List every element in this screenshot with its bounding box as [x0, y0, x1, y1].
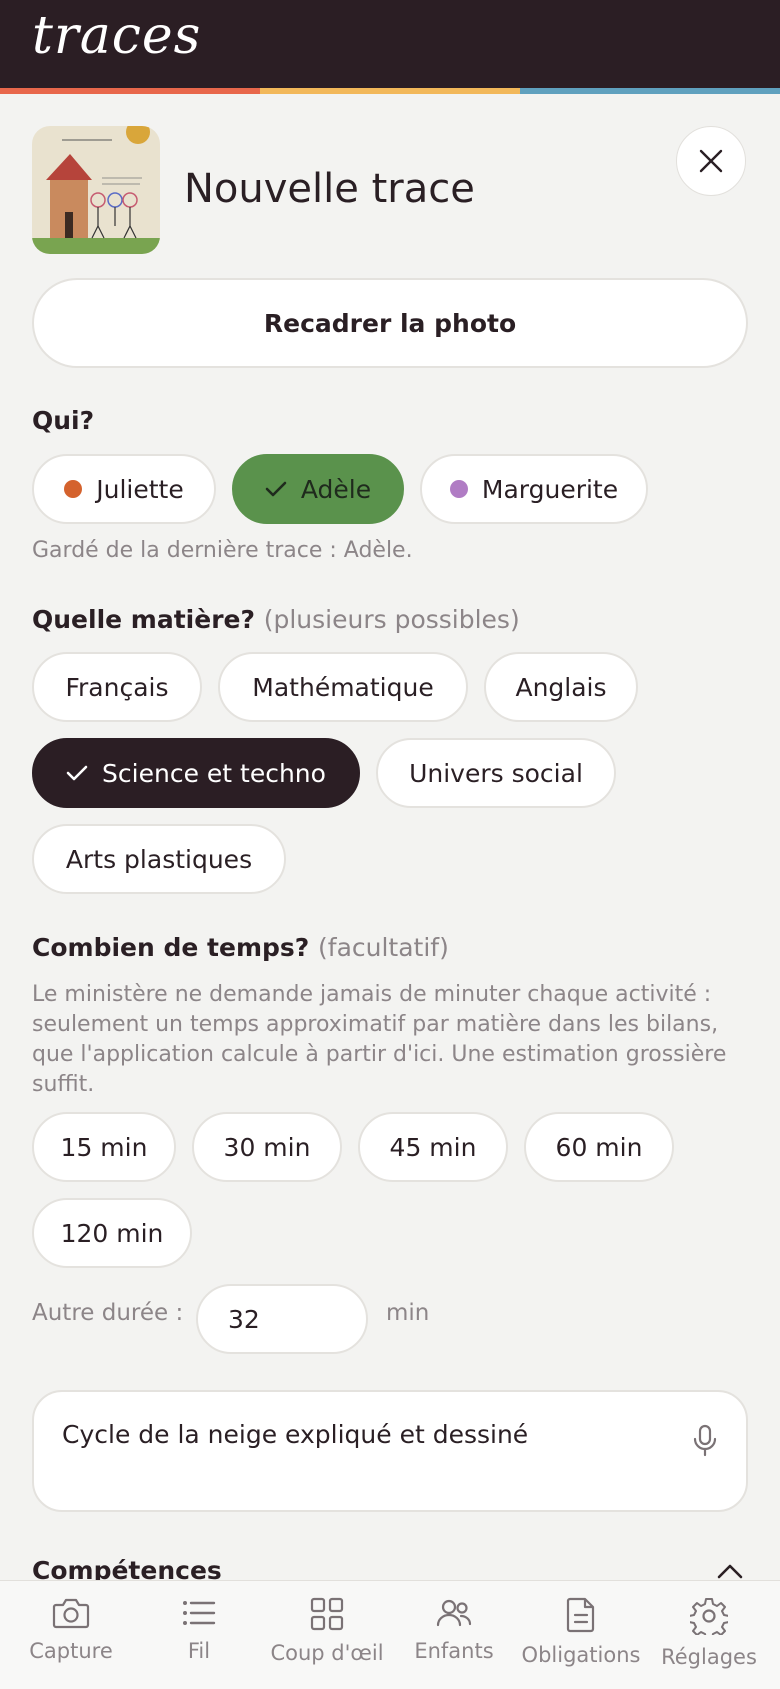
- brand-stripe-yellow: [260, 88, 520, 94]
- close-button[interactable]: [676, 126, 746, 196]
- temps-label-text: Combien de temps?: [32, 933, 310, 962]
- child-chip-juliette[interactable]: Juliette: [32, 454, 216, 524]
- matiere-sub: (plusieurs possibles): [263, 605, 520, 634]
- qui-hint: Gardé de la dernière trace : Adèle.: [32, 538, 413, 563]
- child-name: Marguerite: [481, 474, 619, 504]
- people-icon: [436, 1599, 472, 1627]
- close-icon: [699, 149, 723, 173]
- duration-chip[interactable]: 15 min: [32, 1112, 176, 1182]
- check-icon: [265, 480, 287, 498]
- duration-chip[interactable]: 30 min: [192, 1112, 342, 1182]
- nav-label: Fil: [187, 1639, 211, 1663]
- note-text: Cycle de la neige expliqué et dessiné: [62, 1420, 529, 1449]
- autre-duree-input[interactable]: [196, 1284, 368, 1354]
- gear-icon: [690, 1598, 728, 1635]
- subject-chip[interactable]: Univers social: [376, 738, 616, 808]
- color-dot: [449, 480, 468, 498]
- subject-chip[interactable]: Mathématique: [218, 652, 468, 722]
- duration-chip[interactable]: 120 min: [32, 1198, 192, 1268]
- nav-label: Capture: [29, 1639, 113, 1663]
- nav-label: Obligations: [521, 1643, 641, 1667]
- grid-icon: [310, 1597, 344, 1631]
- note-field[interactable]: Cycle de la neige expliqué et dessiné: [32, 1390, 748, 1512]
- nav-label: Enfants: [414, 1639, 494, 1663]
- list-icon: [183, 1601, 216, 1625]
- subject-chip[interactable]: Français: [32, 652, 202, 722]
- check-icon: [66, 764, 88, 782]
- nav-label: Coup d'œil: [270, 1641, 384, 1665]
- microphone-icon[interactable]: [692, 1424, 718, 1462]
- brand-stripe-orange: [0, 88, 260, 94]
- subject-chip[interactable]: Anglais: [484, 652, 638, 722]
- child-chip-marguerite[interactable]: Marguerite: [420, 454, 648, 524]
- photo-thumbnail[interactable]: [32, 126, 160, 254]
- brand-stripe-blue: [520, 88, 780, 94]
- color-dot: [64, 480, 83, 498]
- recadrer-photo-button[interactable]: Recadrer la photo: [32, 278, 748, 368]
- autre-duree-unit: min: [386, 1300, 430, 1326]
- duration-chip[interactable]: 60 min: [524, 1112, 674, 1182]
- nav-obligations[interactable]: Obligations: [516, 1581, 646, 1689]
- nav-reglages[interactable]: Réglages: [644, 1581, 774, 1689]
- nav-coup-doeil[interactable]: Coup d'œil: [262, 1581, 392, 1689]
- nav-label: Réglages: [661, 1645, 757, 1669]
- subject-name: Science et techno: [102, 758, 326, 788]
- page-title: Nouvelle trace: [184, 166, 475, 212]
- camera-icon: [52, 1598, 90, 1629]
- top-bar: traces: [0, 0, 780, 88]
- nav-enfants[interactable]: Enfants: [389, 1581, 519, 1689]
- duration-chip[interactable]: 45 min: [358, 1112, 508, 1182]
- temps-sub: (facultatif): [318, 933, 449, 962]
- child-chip-adele[interactable]: Adèle: [232, 454, 404, 524]
- app-logo: traces: [32, 6, 202, 66]
- subject-chip-selected[interactable]: Science et techno: [32, 738, 360, 808]
- matiere-label-text: Quelle matière?: [32, 605, 255, 634]
- nav-fil[interactable]: Fil: [134, 1581, 264, 1689]
- bottom-nav: Capture Fil Coup d'œil Enfants Obligatio…: [0, 1580, 780, 1689]
- autre-duree-label: Autre durée :: [32, 1300, 184, 1326]
- child-name: Juliette: [96, 474, 184, 504]
- matiere-label: Quelle matière? (plusieurs possibles): [32, 605, 520, 634]
- temps-description: Le ministère ne demande jamais de minute…: [32, 982, 727, 1097]
- temps-label: Combien de temps? (facultatif): [32, 933, 449, 962]
- nav-capture[interactable]: Capture: [6, 1581, 136, 1689]
- qui-label: Qui?: [32, 406, 95, 435]
- document-icon: [566, 1597, 595, 1633]
- subject-chip[interactable]: Arts plastiques: [32, 824, 286, 894]
- child-name: Adèle: [300, 474, 372, 504]
